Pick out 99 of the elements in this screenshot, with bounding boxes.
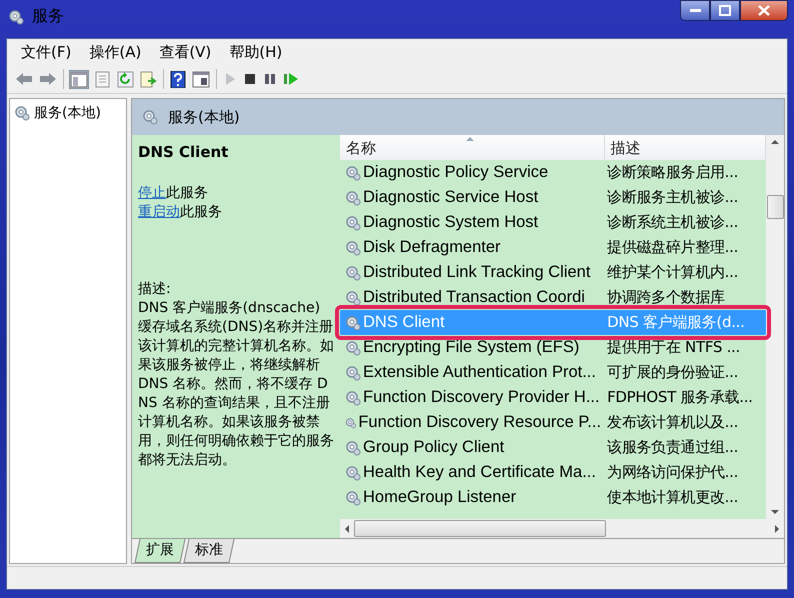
service-row[interactable]: Function Discovery Resource P... 发布该计算机以及... [340, 410, 766, 435]
service-row[interactable]: Encrypting File System (EFS) 提供用于在 NTFS ... [340, 335, 766, 360]
close-button[interactable] [740, 0, 788, 21]
service-name: Function Discovery Resource P... [358, 413, 602, 432]
action-link[interactable]: 停止 [138, 185, 166, 201]
service-name: Health Key and Certificate Ma... [363, 463, 596, 482]
action-text: 停止此服务 [138, 184, 209, 203]
scroll-up-icon [771, 139, 779, 145]
menu-item[interactable]: 查看(V) [151, 40, 220, 64]
back-icon[interactable] [15, 71, 33, 87]
service-name: Disk Defragmenter [363, 238, 501, 257]
menu-item[interactable]: 帮助(H) [221, 40, 290, 64]
service-description: 使本地计算机更改... [606, 488, 740, 507]
help-icon[interactable] [170, 70, 186, 88]
maximize-icon [719, 5, 731, 16]
service-icon [345, 440, 361, 456]
service-description: 发布该计算机以及... [606, 413, 740, 432]
pane-title: 服务(本地) [168, 108, 240, 126]
service-description: 该服务负责通过组... [606, 438, 740, 457]
action-link[interactable]: 重启动 [138, 204, 180, 220]
sort-arrow-icon [466, 136, 474, 142]
service-name: Diagnostic Policy Service [363, 163, 548, 182]
service-icon [345, 190, 361, 206]
service-name: Distributed Link Tracking Client [363, 263, 590, 282]
service-row[interactable]: Diagnostic Service Host 诊断服务主机被诊... [340, 185, 766, 210]
service-description: 诊断策略服务启用... [606, 163, 740, 182]
service-name: Function Discovery Provider H... [363, 388, 600, 407]
service-row[interactable]: Extensible Authentication Prot... 可扩展的身份验证... [340, 360, 766, 385]
tree-item[interactable]: 服务(本地) [10, 103, 126, 123]
panel-icon[interactable] [70, 70, 88, 88]
minimize-icon [690, 9, 700, 12]
service-description: 可扩展的身份验证... [606, 363, 740, 382]
service-description: DNS 客户端服务(d... [606, 313, 746, 332]
close-icon [757, 5, 771, 16]
service-name: Extensible Authentication Prot... [363, 363, 596, 382]
service-icon [345, 390, 361, 406]
column-header[interactable]: 名称 [340, 135, 605, 160]
service-icon [345, 464, 361, 480]
stop-icon[interactable] [243, 71, 257, 87]
minimize-button[interactable] [680, 0, 710, 21]
refresh-icon[interactable] [117, 70, 134, 88]
services-icon [142, 109, 158, 125]
service-icon [345, 264, 361, 280]
service-description: 诊断服务主机被诊... [606, 188, 740, 207]
description-label: 描述: [138, 280, 172, 299]
service-description: 诊断系统主机被诊... [606, 213, 740, 232]
service-icon [345, 164, 361, 180]
service-description: FDPHOST 服务承载... [606, 388, 754, 407]
view-tab[interactable]: 标准 [183, 539, 235, 563]
menu-item[interactable]: 操作(A) [81, 40, 150, 64]
service-name: Diagnostic System Host [363, 213, 538, 232]
services-icon [8, 8, 24, 24]
service-icon [345, 240, 361, 256]
scroll-right-icon [774, 524, 780, 532]
service-icon [345, 340, 361, 356]
forward-icon[interactable] [39, 71, 57, 87]
service-row[interactable]: Health Key and Certificate Ma... 为网络访问保护代... [340, 460, 766, 485]
service-title: DNS Client [138, 143, 230, 162]
service-name: Diagnostic Service Host [363, 188, 538, 207]
service-description: 提供磁盘碎片整理... [606, 238, 740, 257]
export-icon[interactable] [140, 70, 157, 88]
service-row[interactable]: HomeGroup Listener 使本地计算机更改... [340, 485, 766, 510]
service-icon [345, 314, 361, 330]
properties-icon[interactable] [192, 70, 210, 88]
service-name: Encrypting File System (EFS) [363, 338, 580, 357]
menu-item[interactable]: 文件(F) [13, 40, 80, 64]
service-name: Distributed Transaction Coordi [363, 288, 585, 307]
description-text: DNS 客户端服务(dnscache)缓存域名系统(DNS)名称并注册该计算机的完整计算机名称。如果该服务被停止，将继续解析 DNS 名称。然而，将不缓存 DNS 名称的查询结果，且不注册计算机名称。如果该服务被禁用，则任何明确依赖于它的服务都将无法启动。 [138, 299, 334, 470]
service-row[interactable]: Diagnostic System Host 诊断系统主机被诊... [340, 210, 766, 235]
scrollbar-thumb[interactable] [766, 195, 784, 219]
service-row[interactable]: Diagnostic Policy Service 诊断策略服务启用... [340, 160, 766, 185]
service-description: 为网络访问保护代... [606, 463, 740, 482]
service-row[interactable]: Distributed Link Tracking Client 维护某个计算机内... [340, 260, 766, 285]
services-icon [14, 105, 30, 121]
service-name: HomeGroup Listener [363, 488, 516, 507]
service-icon [345, 214, 361, 230]
service-description: 提供用于在 NTFS ... [606, 338, 741, 357]
resume-icon[interactable] [283, 71, 299, 87]
document-icon[interactable] [94, 70, 111, 88]
service-name: Group Policy Client [363, 438, 504, 457]
window-title: 服务 [32, 6, 64, 27]
service-description: 维护某个计算机内... [606, 263, 740, 282]
view-tab[interactable]: 扩展 [134, 539, 186, 563]
service-row[interactable]: Group Policy Client 该服务负责通过组... [340, 435, 766, 460]
service-icon [345, 364, 361, 380]
service-icon [345, 490, 361, 506]
scroll-down-icon [771, 509, 779, 515]
maximize-button[interactable] [710, 0, 740, 21]
action-text: 重启动此服务 [138, 203, 223, 222]
service-row[interactable]: Function Discovery Provider H... FDPHOST 服务承载... [340, 385, 766, 410]
tree-item-label: 服务(本地) [34, 104, 101, 122]
pause-icon[interactable] [263, 71, 277, 87]
scroll-left-icon [344, 524, 350, 532]
service-row[interactable]: Disk Defragmenter 提供磁盘碎片整理... [340, 235, 766, 260]
service-row[interactable]: Distributed Transaction Coordi 协调跨多个数据库 [340, 285, 766, 310]
service-name: DNS Client [363, 313, 445, 332]
service-icon [345, 290, 361, 306]
scrollbar-thumb[interactable] [354, 520, 606, 537]
service-description: 协调跨多个数据库 [606, 288, 726, 307]
